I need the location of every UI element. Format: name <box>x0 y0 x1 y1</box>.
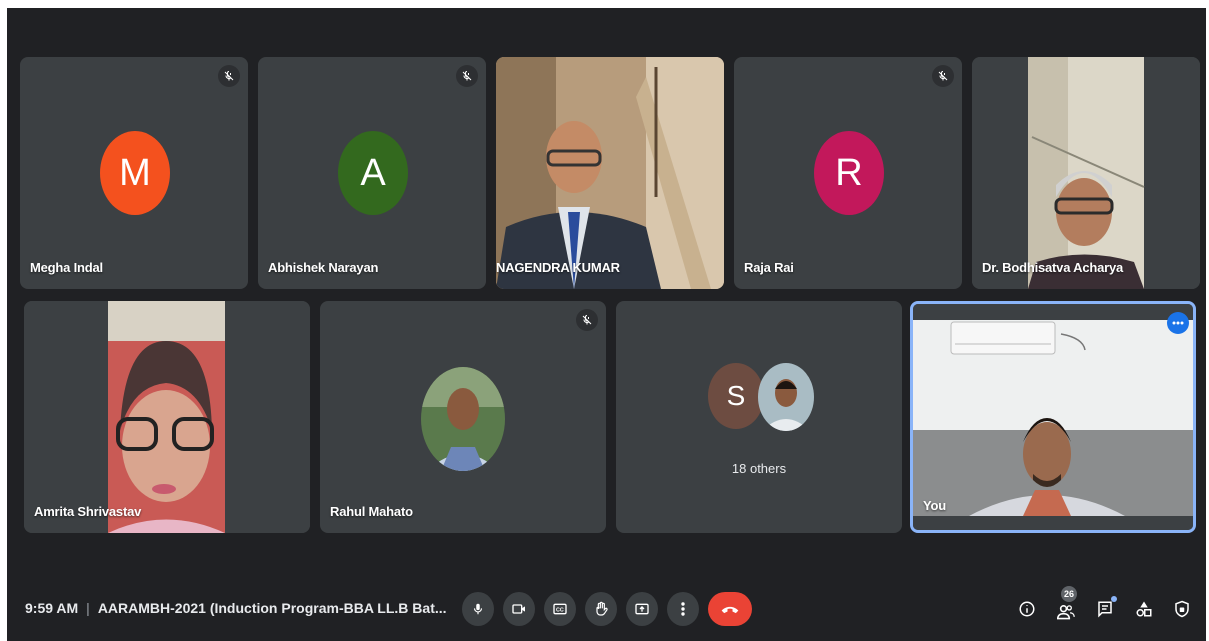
participant-tile-nagendra[interactable]: NAGENDRA KUMAR <box>496 57 724 289</box>
participant-name: Raja Rai <box>744 260 794 275</box>
avatar: R <box>814 131 884 215</box>
separator: | <box>86 600 90 616</box>
participant-name: Rahul Mahato <box>330 504 413 519</box>
info-icon[interactable] <box>1012 592 1042 626</box>
participant-tile-raja[interactable]: R Raja Rai <box>734 57 962 289</box>
participant-tile-bodhisatva[interactable]: Dr. Bodhisatva Acharya <box>972 57 1200 289</box>
participant-tile-rahul[interactable]: Rahul Mahato <box>320 301 606 533</box>
participant-tile-abhishek[interactable]: A Abhishek Narayan <box>258 57 486 289</box>
end-call-icon[interactable] <box>708 592 752 626</box>
people-icon[interactable]: 26 <box>1051 586 1081 626</box>
avatar: M <box>100 131 170 215</box>
more-options-icon[interactable] <box>1167 312 1189 334</box>
avatar <box>758 363 814 431</box>
avatar: S <box>708 363 764 429</box>
mic-off-icon <box>218 65 240 87</box>
activities-icon[interactable] <box>1129 592 1159 626</box>
participant-video <box>972 57 1200 289</box>
present-icon[interactable] <box>626 592 658 626</box>
mic-icon[interactable] <box>462 592 494 626</box>
participant-video <box>496 57 724 289</box>
self-video <box>913 304 1193 530</box>
participant-name: Dr. Bodhisatva Acharya <box>982 260 1124 275</box>
svg-text:CC: CC <box>556 608 564 614</box>
avatar <box>421 367 505 471</box>
participant-video <box>24 301 310 533</box>
participant-tile-others[interactable]: S 18 others <box>616 301 902 533</box>
participant-name: You <box>923 498 946 513</box>
mic-off-icon <box>456 65 478 87</box>
mic-off-icon <box>932 65 954 87</box>
mic-off-icon <box>576 309 598 331</box>
meeting-info: 9:59 AM | AARAMBH-2021 (Induction Program-… <box>25 600 447 616</box>
participant-tile-megha[interactable]: M Megha Indal <box>20 57 248 289</box>
participant-name: Amrita Shrivastav <box>34 504 142 519</box>
raise-hand-icon[interactable] <box>585 592 617 626</box>
meeting-title[interactable]: AARAMBH-2021 (Induction Program-BBA LL.B… <box>98 600 447 616</box>
more-options-icon[interactable] <box>667 592 699 626</box>
notification-dot <box>1111 596 1117 602</box>
meeting-controls-bar: 9:59 AM | AARAMBH-2021 (Induction Program-… <box>7 578 1206 638</box>
avatar: A <box>338 131 408 215</box>
host-controls-icon[interactable] <box>1167 592 1197 626</box>
participant-tile-self[interactable]: You <box>910 301 1196 533</box>
chat-icon[interactable] <box>1090 592 1120 626</box>
others-count: 18 others <box>731 461 787 476</box>
participant-tile-amrita[interactable]: Amrita Shrivastav <box>24 301 310 533</box>
participant-name: Abhishek Narayan <box>268 260 379 275</box>
participant-name: Megha Indal <box>30 260 103 275</box>
captions-icon[interactable]: CC <box>544 592 576 626</box>
clock: 9:59 AM <box>25 600 79 616</box>
camera-icon[interactable] <box>503 592 535 626</box>
people-count-badge: 26 <box>1061 586 1077 602</box>
meeting-stage: M Megha Indal A Abhishek Narayan NAGENDR… <box>7 8 1206 641</box>
participant-name: NAGENDRA KUMAR <box>496 260 620 275</box>
